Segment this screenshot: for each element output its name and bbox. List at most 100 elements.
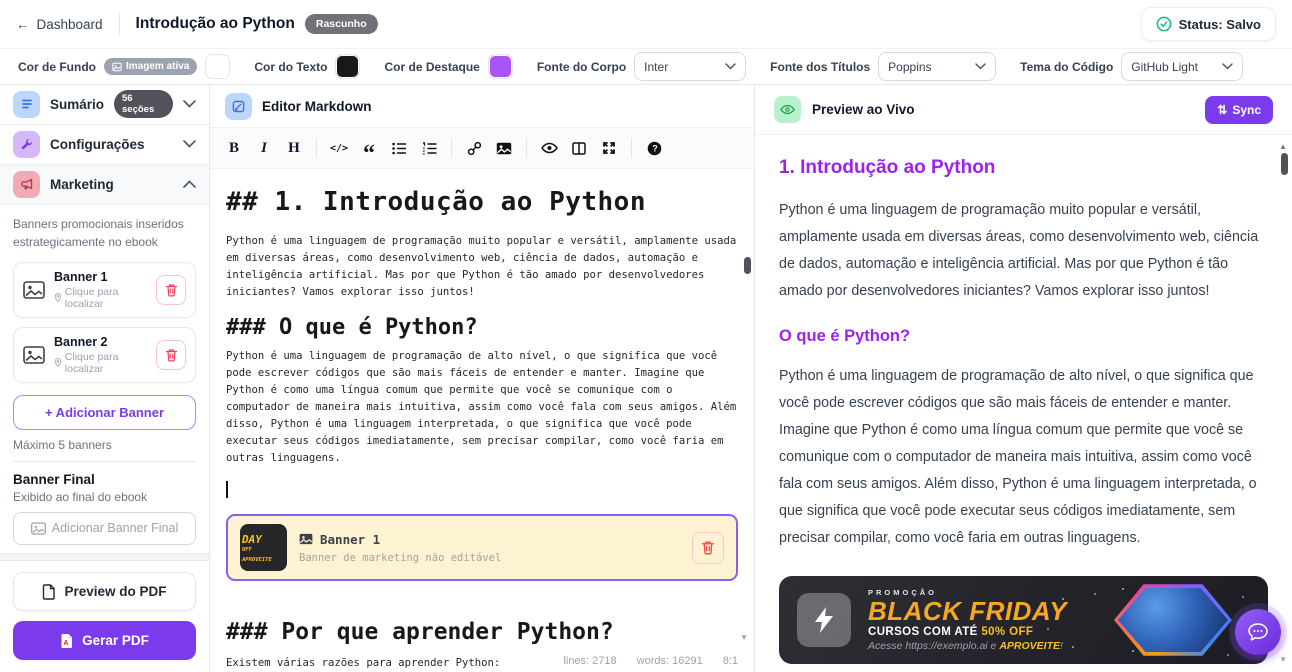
image-icon <box>23 281 45 299</box>
markdown-paragraph: Python é uma linguagem de programação de… <box>226 348 738 467</box>
help-circle-icon: ? <box>647 141 662 156</box>
heading-font-select[interactable]: Poppins <box>878 52 996 81</box>
add-final-banner-button[interactable]: Adicionar Banner Final <box>13 512 196 545</box>
bold-button[interactable]: B <box>220 135 248 161</box>
image-icon <box>112 62 122 72</box>
background-color-swatch[interactable] <box>205 54 230 79</box>
style-settings-bar: Cor de Fundo Imagem ativa Cor do Texto C… <box>0 48 1292 85</box>
markdown-textarea[interactable]: ## 1. Introdução ao Python Python é uma … <box>210 169 754 672</box>
italic-button[interactable]: I <box>250 135 278 161</box>
toolbar-separator <box>526 138 527 158</box>
marketing-label: Marketing <box>50 177 114 192</box>
marketing-panel: Banners promocionais inseridos estrategi… <box>0 205 209 553</box>
body-font-select[interactable]: Inter <box>634 52 746 81</box>
image-icon <box>299 533 313 545</box>
banner-hexagon-photo <box>1094 580 1254 660</box>
back-to-dashboard-link[interactable]: ← Dashboard <box>16 17 103 32</box>
svg-text:A: A <box>64 640 69 647</box>
embedded-banner-widget[interactable]: DAY OFF APROVEITE Banner 1 Banner de mar… <box>226 514 738 581</box>
banner-text-block: PROMOÇÃO BLACK FRIDAY CURSOS COM ATÉ 50%… <box>868 588 1067 653</box>
cta-highlight: APROVEITE <box>999 640 1060 652</box>
banner-subtitle: CURSOS COM ATÉ 50% OFF <box>868 626 1067 638</box>
pdf-actions: Preview do PDF A Gerar PDF <box>0 561 209 672</box>
delete-banner-button[interactable] <box>156 340 186 370</box>
preview-content: 1. Introdução ao Python Python é uma lin… <box>755 135 1292 672</box>
banner-title: Banner 1 <box>54 270 147 284</box>
words-count: words: 16291 <box>637 655 703 667</box>
body-font-label: Fonte do Corpo <box>537 60 626 74</box>
banner-thumbnail: DAY OFF APROVEITE <box>240 524 287 571</box>
banner-list-item-2[interactable]: Banner 2 Clique para localizar <box>13 327 196 383</box>
code-button[interactable]: </> <box>325 135 353 161</box>
back-arrow-icon: ← <box>16 17 30 32</box>
editor-title: Editor Markdown <box>262 99 372 114</box>
toolbar-separator <box>631 138 632 158</box>
sidebar-item-summary[interactable]: Sumário 56 seções <box>0 85 209 125</box>
text-color-setting: Cor do Texto <box>254 54 360 79</box>
markdown-heading-3: ### Por que aprender Python? <box>226 619 738 645</box>
sync-button[interactable]: ⇅ Sync <box>1205 96 1273 124</box>
chat-support-button[interactable] <box>1235 609 1281 655</box>
preview-pdf-button[interactable]: Preview do PDF <box>13 572 196 611</box>
quote-button[interactable]: “ <box>355 135 383 161</box>
fullscreen-button[interactable] <box>595 135 623 161</box>
delete-embedded-banner-button[interactable] <box>692 532 724 564</box>
code-theme-select[interactable]: GitHub Light <box>1121 52 1243 81</box>
banner-locate-hint[interactable]: Clique para localizar <box>54 286 147 310</box>
ordered-list-button[interactable] <box>415 135 443 161</box>
sidebar: Sumário 56 seções Configurações Marketin… <box>0 85 210 672</box>
unordered-list-button[interactable] <box>385 135 413 161</box>
preview-scrollbar-thumb[interactable] <box>1281 153 1288 175</box>
summary-list-icon <box>13 91 40 118</box>
document-title: Introdução ao Python <box>136 15 295 33</box>
generate-pdf-button[interactable]: A Gerar PDF <box>13 621 196 660</box>
columns-icon <box>572 142 586 155</box>
toolbar-separator <box>451 138 452 158</box>
sidebar-item-marketing[interactable]: Marketing <box>0 165 209 205</box>
code-theme-label: Tema do Código <box>1020 60 1113 74</box>
image-icon <box>31 522 46 535</box>
side-by-side-button[interactable] <box>565 135 593 161</box>
edit-pencil-icon <box>225 93 252 120</box>
bullet-list-icon <box>392 142 407 155</box>
delete-banner-button[interactable] <box>156 275 186 305</box>
help-button[interactable]: ? <box>640 135 668 161</box>
insert-image-button[interactable] <box>490 135 518 161</box>
background-color-label: Cor de Fundo <box>18 60 96 74</box>
link-button[interactable] <box>460 135 488 161</box>
lightning-bolt-icon <box>797 593 851 647</box>
toolbar-separator <box>316 138 317 158</box>
summary-label: Sumário <box>50 97 104 112</box>
chevron-down-icon <box>183 100 196 108</box>
preview-heading-1: 1. Introdução ao Python <box>779 157 1268 179</box>
scroll-down-arrow-icon[interactable]: ▼ <box>1279 655 1287 664</box>
chevron-down-icon <box>725 63 736 70</box>
trash-icon <box>701 540 715 555</box>
banner-list-item-1[interactable]: Banner 1 Clique para localizar <box>13 262 196 318</box>
trash-icon <box>165 283 178 297</box>
banner-locate-hint[interactable]: Clique para localizar <box>54 351 147 375</box>
scroll-down-arrow-icon[interactable]: ▼ <box>740 633 748 642</box>
sidebar-item-settings[interactable]: Configurações <box>0 125 209 165</box>
background-color-setting: Cor de Fundo Imagem ativa <box>18 54 230 79</box>
scroll-up-arrow-icon[interactable]: ▲ <box>1279 142 1287 151</box>
settings-label: Configurações <box>50 137 145 152</box>
editor-scrollbar-thumb[interactable] <box>744 257 751 274</box>
save-status-indicator: Status: Salvo <box>1141 7 1276 41</box>
text-color-swatch[interactable] <box>335 54 360 79</box>
marketing-description: Banners promocionais inseridos estrategi… <box>13 215 196 252</box>
code-theme-setting: Tema do Código GitHub Light <box>1020 52 1243 81</box>
preview-toggle-button[interactable] <box>535 135 563 161</box>
black-friday-banner: PROMOÇÃO BLACK FRIDAY CURSOS COM ATÉ 50%… <box>779 576 1268 664</box>
save-status-label: Status: Salvo <box>1179 17 1261 32</box>
topbar: ← Dashboard Introdução ao Python Rascunh… <box>0 0 1292 48</box>
discount-highlight: 50% OFF <box>981 626 1033 638</box>
heading-button[interactable]: H <box>280 135 308 161</box>
add-banner-button[interactable]: + Adicionar Banner <box>13 395 196 430</box>
chat-bubble-icon <box>1247 622 1269 642</box>
accent-color-swatch[interactable] <box>488 54 513 79</box>
megaphone-icon <box>13 171 40 198</box>
sync-arrows-icon: ⇅ <box>1217 103 1227 117</box>
chevron-up-icon <box>183 180 196 188</box>
chevron-down-icon <box>975 63 986 70</box>
